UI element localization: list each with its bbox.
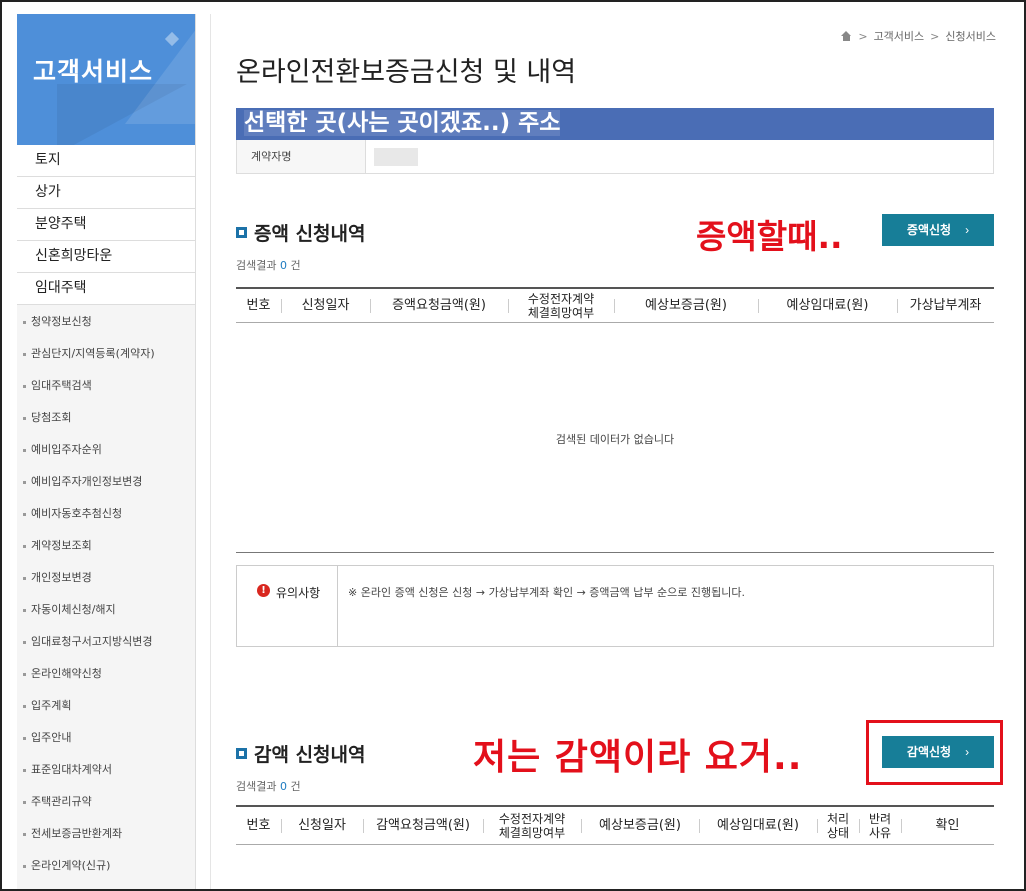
- empty-message: 검색된 데이터가 없습니다: [555, 433, 675, 446]
- sidebar-subitem[interactable]: 표준임대차계약서: [17, 759, 195, 791]
- increase-section-title: 증액 신청내역: [236, 219, 366, 246]
- decrease-title-text: 감액 신청내역: [254, 744, 366, 766]
- warning-icon: !: [257, 584, 270, 597]
- sidebar-subitem[interactable]: 개인정보변경: [17, 567, 195, 599]
- redacted-name: [374, 148, 418, 166]
- sidebar-sub-menu: 청약정보신청 관심단지/지역등록(계약자) 임대주택검색 당첨조회 예비입주자순…: [17, 305, 195, 887]
- table-bottom-border: [236, 552, 994, 553]
- sidebar-subitem[interactable]: 입주계획: [17, 695, 195, 727]
- col-rent: 예상임대료(원): [758, 298, 897, 314]
- col-virtual-account: 가상납부계좌: [897, 298, 994, 314]
- notice-text: ※ 온라인 증액 신청은 신청 → 가상납부계좌 확인 → 증액금액 납부 순으…: [348, 586, 745, 599]
- increase-table-header: 번호 신청일자 증액요청금액(원) 수정전자계약 체결희망여부 예상보증금(원) …: [236, 287, 994, 323]
- col-confirm: 확인: [901, 818, 994, 834]
- col-number: 번호: [246, 817, 271, 833]
- sidebar-header: 고객서비스: [17, 14, 195, 145]
- breadcrumb-item[interactable]: 신청서비스: [945, 28, 996, 44]
- contractor-label: 계약자명: [237, 140, 366, 173]
- col-deposit: 예상보증금(원): [581, 818, 699, 834]
- count-suffix: 건: [290, 259, 301, 272]
- col-econtract-line2: 체결희망여부: [498, 825, 566, 840]
- col-deposit: 예상보증금(원): [614, 298, 758, 314]
- sidebar-subitem[interactable]: 임대료청구서고지방식변경: [17, 631, 195, 663]
- square-bullet-icon: [236, 748, 247, 759]
- sidebar-item-land[interactable]: 토지: [17, 145, 195, 177]
- col-econtract-line2: 체결희망여부: [527, 305, 595, 320]
- address-overlay: 선택한 곳(사는 곳이겠죠..) 주소: [236, 108, 994, 140]
- sidebar-subitem[interactable]: 계약정보조회: [17, 535, 195, 567]
- sidebar-title: 고객서비스: [33, 57, 154, 86]
- col-econtract: 수정전자계약 체결희망여부: [508, 292, 614, 320]
- col-status-line1: 처리: [826, 811, 850, 826]
- sidebar-subitem[interactable]: 예비입주자개인정보변경: [17, 471, 195, 503]
- decrease-table-header: 번호 신청일자 감액요청금액(원) 수정전자계약 체결희망여부 예상보증금(원) …: [236, 805, 994, 845]
- col-decrease-amount: 감액요청금액(원): [363, 818, 483, 834]
- sidebar-item-sale-housing[interactable]: 분양주택: [17, 209, 195, 241]
- sidebar-subitem[interactable]: 예비입주자순위: [17, 439, 195, 471]
- col-reject-reason: 반려 사유: [859, 812, 901, 840]
- breadcrumb-separator: >: [858, 29, 868, 43]
- decrease-count: 검색결과 0 건: [236, 778, 301, 794]
- sidebar-subitem[interactable]: 당첨조회: [17, 407, 195, 439]
- col-status: 처리 상태: [817, 812, 859, 840]
- col-status-line2: 상태: [826, 825, 850, 840]
- breadcrumb: > 고객서비스 > 신청서비스: [841, 28, 996, 44]
- count-suffix: 건: [290, 780, 301, 793]
- notice-label-text: 유의사항: [276, 586, 321, 600]
- col-econtract-line1: 수정전자계약: [498, 811, 566, 826]
- chevron-right-icon: ›: [965, 223, 970, 237]
- notice-box: ! 유의사항 ※ 온라인 증액 신청은 신청 → 가상납부계좌 확인 → 증액금…: [236, 565, 994, 647]
- sidebar-subitem[interactable]: 청약정보신청: [17, 311, 195, 343]
- contractor-value: [366, 140, 993, 173]
- col-rent: 예상임대료(원): [699, 818, 817, 834]
- sidebar-subitem[interactable]: 온라인계약(신규): [17, 855, 195, 887]
- col-increase-amount: 증액요청금액(원): [370, 298, 508, 314]
- contract-row: 계약자명: [236, 140, 994, 174]
- square-bullet-icon: [236, 227, 247, 238]
- main-content: > 고객서비스 > 신청서비스 온라인전환보증금신청 및 내역 선택한 곳(사는…: [210, 14, 1020, 891]
- notice-label: ! 유의사항: [237, 566, 338, 646]
- sidebar-subitem[interactable]: 자동이체신청/해지: [17, 599, 195, 631]
- count-prefix: 검색결과: [236, 780, 277, 793]
- increase-annotation: 증액할때..: [696, 217, 843, 256]
- increase-button-label: 증액신청: [906, 223, 952, 237]
- count-number: 0: [279, 259, 287, 272]
- page-title: 온라인전환보증금신청 및 내역: [236, 57, 577, 88]
- sidebar-subitem[interactable]: 관심단지/지역등록(계약자): [17, 343, 195, 375]
- increase-apply-button[interactable]: 증액신청 ›: [882, 214, 994, 246]
- col-reject-line2: 사유: [868, 825, 892, 840]
- col-number: 번호: [246, 297, 271, 313]
- col-date: 신청일자: [281, 298, 370, 314]
- sidebar-subitem[interactable]: 온라인해약신청: [17, 663, 195, 695]
- increase-title-text: 증액 신청내역: [254, 223, 366, 245]
- decrease-section-title: 감액 신청내역: [236, 740, 366, 767]
- sidebar: 고객서비스 토지 상가 분양주택 신혼희망타운 임대주택 청약정보신청 관심단지…: [17, 14, 196, 891]
- address-overlay-text: 선택한 곳(사는 곳이겠죠..) 주소: [244, 110, 561, 136]
- col-econtract-line1: 수정전자계약: [527, 291, 595, 306]
- col-reject-line1: 반려: [868, 811, 892, 826]
- sidebar-item-rental-housing[interactable]: 임대주택: [17, 273, 195, 305]
- col-date: 신청일자: [281, 818, 363, 834]
- sidebar-subitem[interactable]: 주택관리규약: [17, 791, 195, 823]
- decrease-button-label: 감액신청: [906, 745, 952, 759]
- home-icon[interactable]: [841, 31, 852, 41]
- decrease-annotation: 저는 감액이라 요거..: [473, 737, 803, 778]
- increase-count: 검색결과 0 건: [236, 257, 301, 273]
- sidebar-item-newlywed-town[interactable]: 신혼희망타운: [17, 241, 195, 273]
- decrease-apply-button[interactable]: 감액신청 ›: [882, 736, 994, 768]
- breadcrumb-separator: >: [930, 29, 940, 43]
- col-econtract: 수정전자계약 체결희망여부: [483, 812, 581, 840]
- chevron-right-icon: ›: [965, 745, 970, 759]
- sidebar-subitem[interactable]: 전세보증금반환계좌: [17, 823, 195, 855]
- sidebar-subitem[interactable]: 예비자동호추첨신청: [17, 503, 195, 535]
- count-number: 0: [279, 780, 287, 793]
- count-prefix: 검색결과: [236, 259, 277, 272]
- breadcrumb-item[interactable]: 고객서비스: [874, 28, 925, 44]
- sidebar-item-commercial[interactable]: 상가: [17, 177, 195, 209]
- sidebar-subitem[interactable]: 입주안내: [17, 727, 195, 759]
- sidebar-main-menu: 토지 상가 분양주택 신혼희망타운 임대주택: [17, 145, 195, 305]
- sidebar-subitem[interactable]: 임대주택검색: [17, 375, 195, 407]
